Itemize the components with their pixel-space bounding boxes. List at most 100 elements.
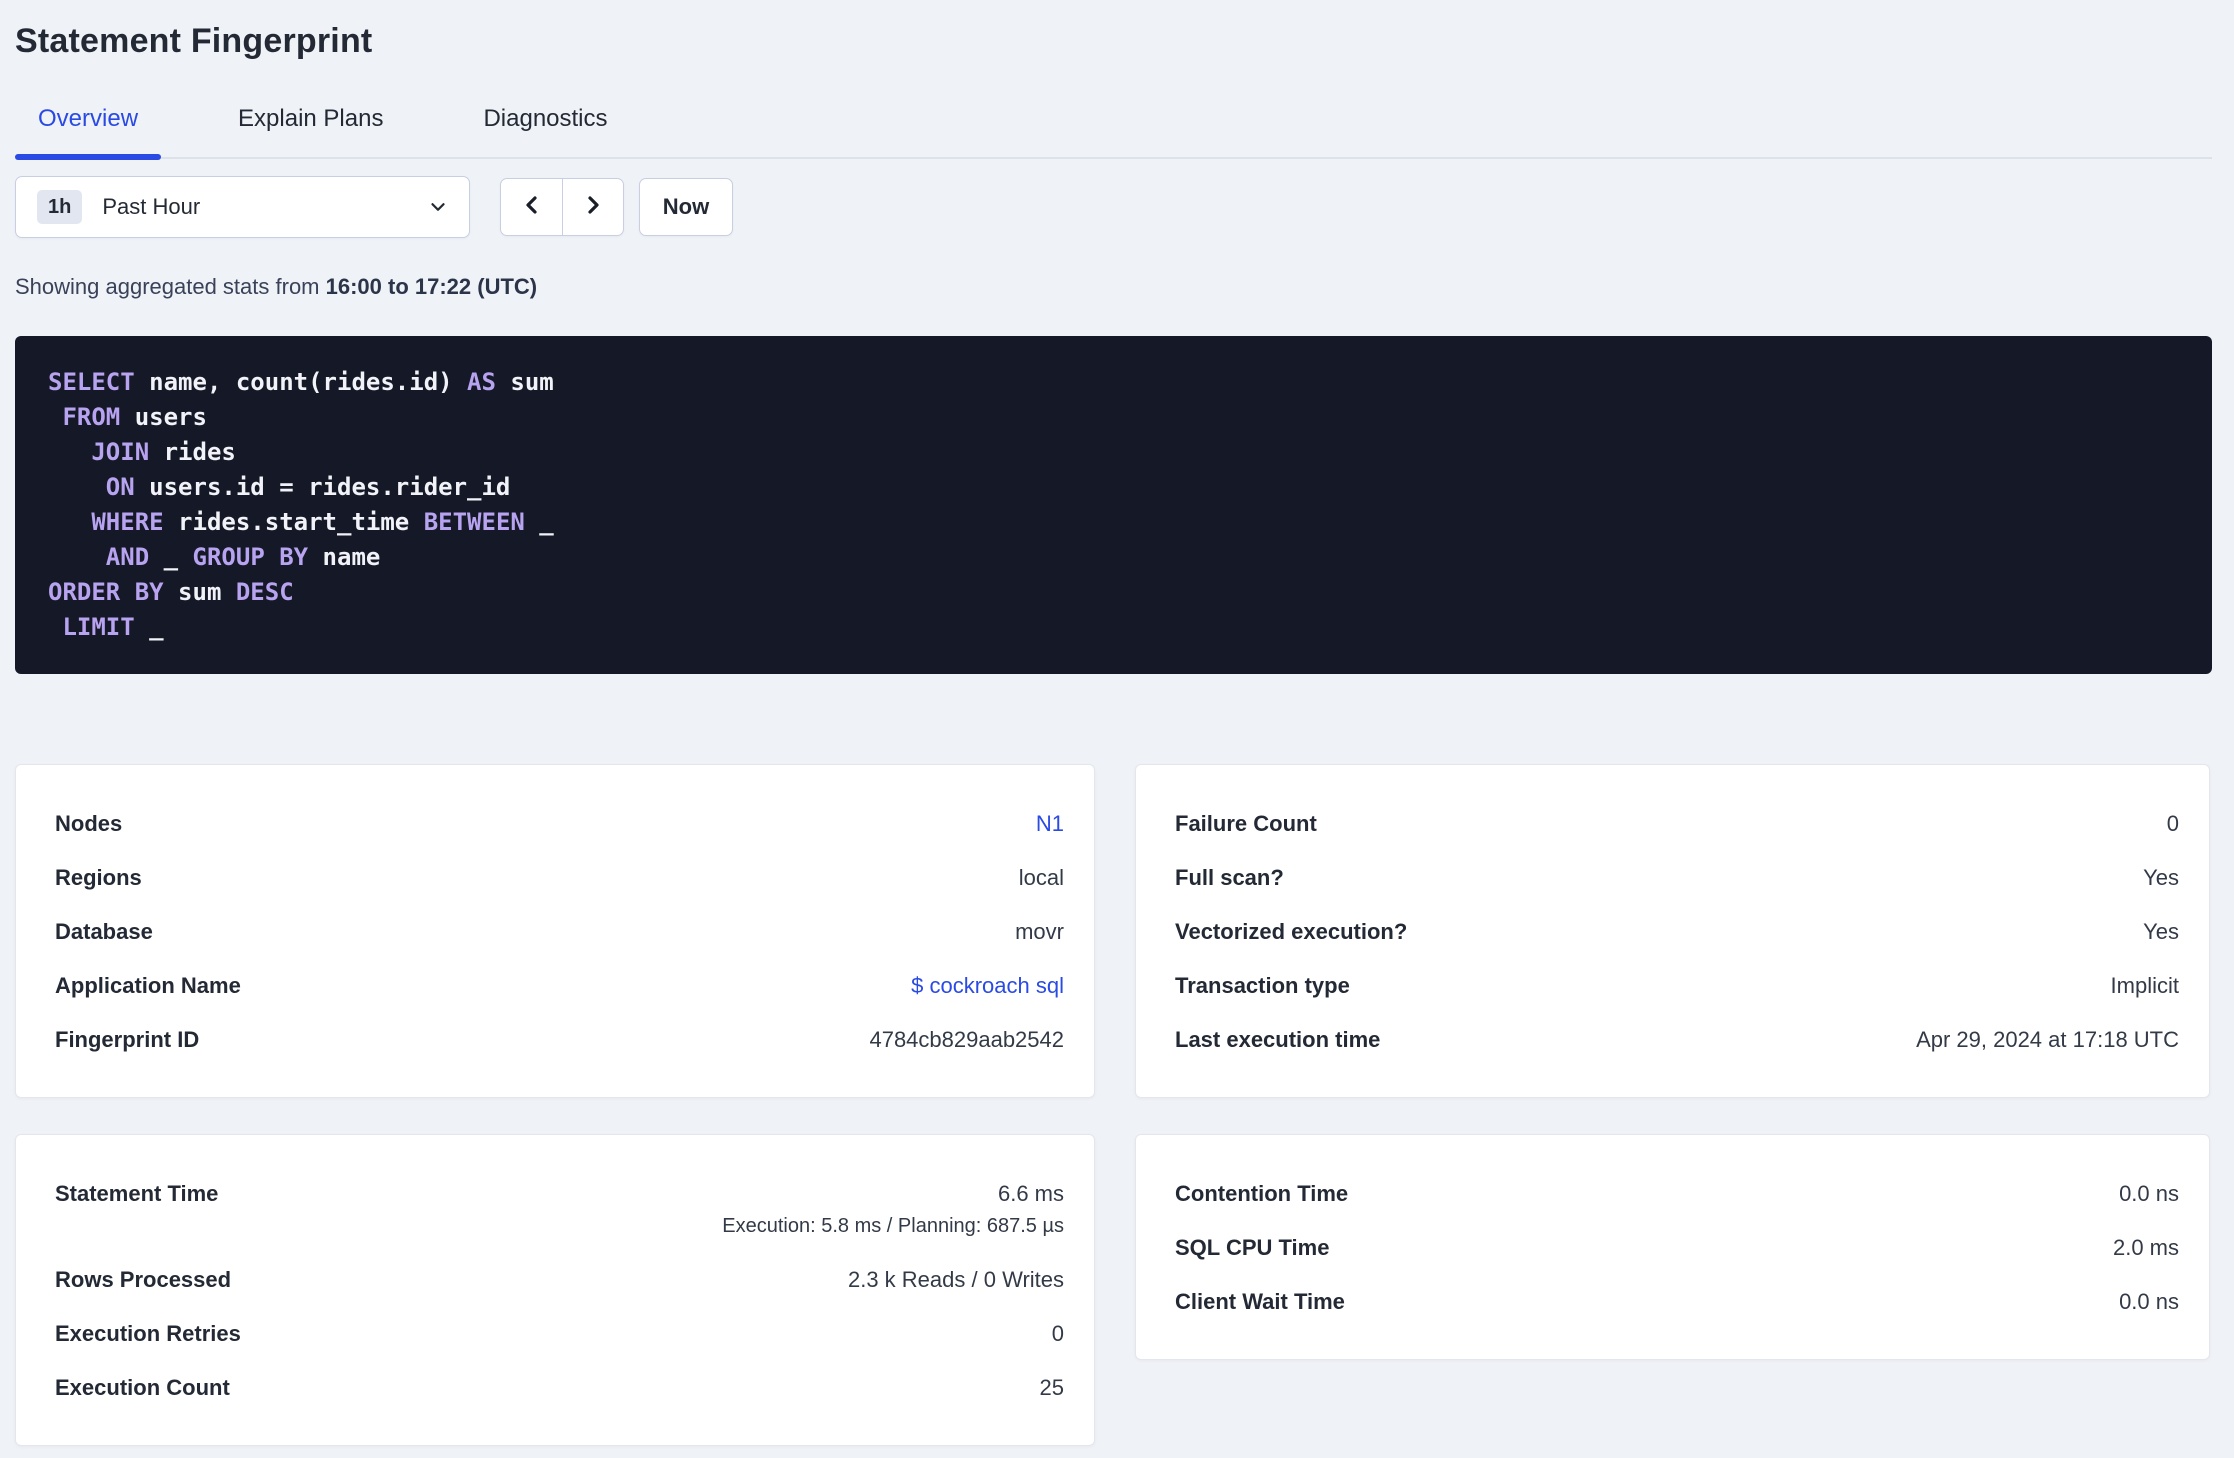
wait-times-card: Contention Time 0.0 ns SQL CPU Time 2.0 ms C… [1135, 1134, 2210, 1360]
tab-overview[interactable]: Overview [15, 105, 162, 160]
chevron-down-icon [427, 196, 449, 218]
stat-label: Nodes [55, 811, 123, 836]
chevron-right-icon [581, 193, 605, 222]
sql-keyword: JOIN [91, 438, 150, 466]
sql-keyword: ON [105, 473, 135, 501]
tab-bar: Overview Explain Plans Diagnostics [15, 105, 2212, 160]
next-time-range-button[interactable] [562, 179, 623, 235]
stat-value-wrap: movr [1015, 917, 1064, 947]
time-range-label: Past Hour [102, 194, 201, 219]
stat-row: Failure Count 0 [1175, 797, 2179, 851]
tab-diagnostics[interactable]: Diagnostics [460, 105, 630, 157]
stat-value: 4784cb829aab2542 [869, 1027, 1064, 1052]
stat-row: Regions local [55, 851, 1064, 905]
time-controls: 1h Past Hour Now [15, 176, 2212, 238]
stat-value: 0 [1051, 1321, 1064, 1346]
stat-value-wrap: 0.0 ns [2119, 1287, 2179, 1317]
stat-value: 2.0 ms [2112, 1235, 2179, 1260]
stat-value-wrap: 0.0 ns [2119, 1179, 2179, 1209]
stat-value: 25 [1039, 1375, 1064, 1400]
sql-code-line: WHERE rides.start_time BETWEEN _ [48, 505, 2192, 540]
stat-row: Rows Processed 2.3 k Reads / 0 Writes [55, 1253, 1064, 1307]
stat-value: 0.0 ns [2119, 1289, 2179, 1314]
sql-text: _ [524, 508, 554, 536]
previous-time-range-button[interactable] [501, 179, 562, 235]
time-range-badge: 1h [37, 190, 83, 224]
stat-value: 0.0 ns [2119, 1181, 2179, 1206]
statement-timing-card: Statement Time 6.6 ms Execution: 5.8 ms / … [15, 1134, 1095, 1446]
sql-text: sum [495, 368, 554, 396]
sql-text: rides.start_time [163, 508, 424, 536]
stat-row: Database movr [55, 905, 1064, 959]
stat-label: Statement Time [55, 1181, 219, 1206]
sql-text: rides [149, 438, 236, 466]
page-title: Statement Fingerprint [15, 22, 373, 60]
stat-label: Transaction type [1175, 973, 1350, 998]
sql-text: name [308, 543, 381, 571]
stat-value-wrap: 25 [1040, 1373, 1064, 1403]
sql-keyword: LIMIT [62, 613, 135, 641]
stat-label: Vectorized execution? [1175, 919, 1408, 944]
statement-details-card: Nodes N1 Regions local Database movr Applicati… [15, 764, 1095, 1098]
stat-row: Fingerprint ID 4784cb829aab2542 [55, 1013, 1064, 1067]
stat-row: Application Name $ cockroach sql [55, 959, 1064, 1013]
stat-value-link[interactable]: $ cockroach sql [911, 971, 1064, 1001]
stat-row: SQL CPU Time 2.0 ms [1175, 1221, 2179, 1275]
sql-keyword: DESC [235, 578, 294, 606]
stat-value-wrap: Apr 29, 2024 at 17:18 UTC [1916, 1025, 2179, 1055]
stat-row: Execution Retries 0 [55, 1307, 1064, 1361]
stat-value-wrap: 6.6 ms Execution: 5.8 ms / Planning: 687.… [722, 1179, 1064, 1238]
stat-label: Client Wait Time [1175, 1289, 1345, 1314]
chevron-left-icon [520, 193, 544, 222]
stat-row: Execution Count 25 [55, 1361, 1064, 1415]
stat-value-wrap: 0 [2167, 809, 2179, 839]
sql-keyword: SELECT [48, 368, 135, 396]
stat-label: Fingerprint ID [55, 1027, 200, 1052]
stat-label: Regions [55, 865, 142, 890]
aggregated-stats-caption: Showing aggregated stats from 16:00 to 1… [15, 274, 2212, 300]
sql-keyword: AS [467, 368, 496, 396]
sql-keyword: FROM [62, 403, 121, 431]
stat-subvalue: Execution: 5.8 ms / Planning: 687.5 µs [722, 1215, 1064, 1237]
sql-keyword: GROUP BY [192, 543, 309, 571]
stat-value-wrap: 2.3 k Reads / 0 Writes [848, 1265, 1064, 1295]
sql-text: name, count(rides.id) [134, 368, 468, 396]
sql-keyword: ORDER BY [48, 578, 164, 606]
sql-code-line: FROM users [48, 400, 2192, 435]
now-button[interactable]: Now [639, 178, 733, 236]
stat-value-wrap: local [1019, 863, 1064, 893]
stat-value-wrap: N1 [1036, 809, 1064, 839]
stat-row: Last execution time Apr 29, 2024 at 17:18… [1175, 1013, 2179, 1067]
stat-label: Database [55, 919, 153, 944]
sql-statement-box: SELECT name, count(rides.id) AS sum FROM… [15, 336, 2212, 674]
stat-value: movr [1015, 919, 1064, 944]
stat-row: Client Wait Time 0.0 ns [1175, 1275, 2179, 1329]
stat-value-wrap: Yes [2143, 917, 2179, 947]
sql-code-line: JOIN rides [48, 435, 2192, 470]
sql-text: users [120, 403, 207, 431]
sql-keyword: AND [105, 543, 150, 571]
stat-value-wrap: Yes [2143, 863, 2179, 893]
aggregated-stats-prefix: Showing aggregated stats from [15, 274, 326, 299]
sql-keyword: BETWEEN [423, 508, 525, 536]
stat-label: Last execution time [1175, 1027, 1381, 1052]
sql-code-line: ON users.id = rides.rider_id [48, 470, 2192, 505]
sql-code-line: SELECT name, count(rides.id) AS sum [48, 365, 2192, 400]
sql-text: _ [149, 543, 193, 571]
stat-value: local [1018, 865, 1064, 890]
sql-code-line: ORDER BY sum DESC [48, 575, 2192, 610]
stat-value: 0 [2166, 811, 2179, 836]
stat-row: Full scan? Yes [1175, 851, 2179, 905]
stat-value-link[interactable]: N1 [1036, 809, 1064, 839]
sql-keyword: WHERE [91, 508, 164, 536]
tab-explain-plans[interactable]: Explain Plans [215, 105, 406, 157]
sql-text: _ [134, 613, 164, 641]
stat-row: Transaction type Implicit [1175, 959, 2179, 1013]
sql-text: users.id = rides.rider_id [134, 473, 511, 501]
stat-row: Vectorized execution? Yes [1175, 905, 2179, 959]
stat-label: Execution Retries [55, 1321, 241, 1346]
time-range-select[interactable]: 1h Past Hour [15, 176, 470, 238]
